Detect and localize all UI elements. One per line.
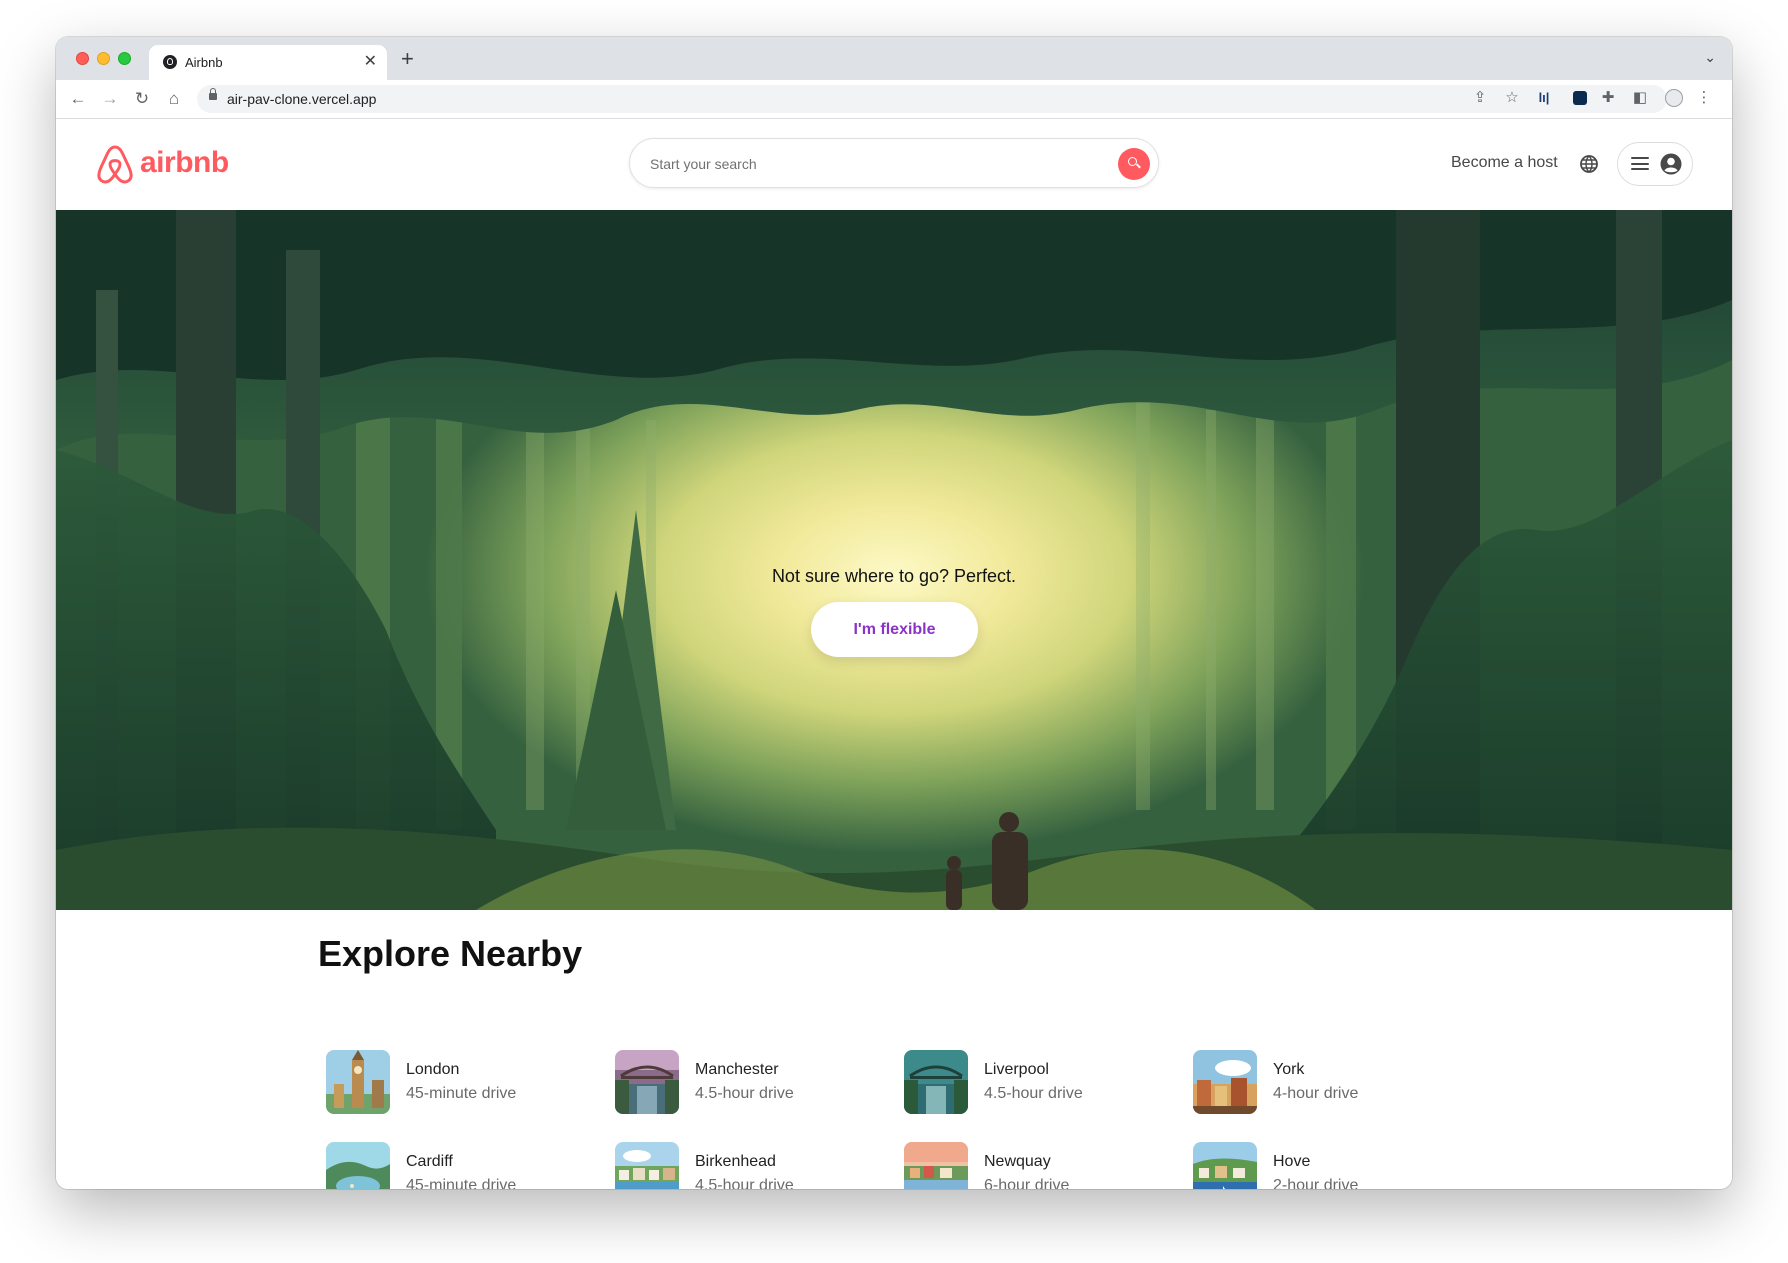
card-drive-time: 2-hour drive [1273, 1177, 1359, 1189]
card-drive-time: 4.5-hour drive [984, 1085, 1083, 1102]
tab-search-chevron-icon[interactable]: ⌄ [1704, 49, 1716, 66]
site-header: airbnb Become a host [56, 119, 1732, 210]
im-flexible-button[interactable]: I'm flexible [811, 602, 978, 657]
card-city-name: Birkenhead [695, 1153, 776, 1170]
extensions-puzzle-icon[interactable]: ✚ [1597, 87, 1619, 109]
card-drive-time: 4.5-hour drive [695, 1085, 794, 1102]
reload-icon[interactable]: ↻ [129, 86, 155, 112]
browser-tab-airbnb[interactable]: Airbnb ✕ [149, 45, 387, 80]
card-drive-time: 45-minute drive [406, 1177, 517, 1189]
card-city-name: York [1273, 1061, 1305, 1078]
bridge-thumbnail-icon [904, 1050, 968, 1114]
url-text[interactable]: air-pav-clone.vercel.app [227, 91, 376, 107]
harbour-thumbnail-icon [615, 1142, 679, 1189]
card-drive-time: 6-hour drive [984, 1177, 1070, 1189]
explore-card-newquay[interactable]: Newquay 6-hour drive [904, 1142, 1164, 1189]
explore-card-hove[interactable]: Hove 2-hour drive [1193, 1142, 1453, 1189]
home-icon[interactable]: ⌂ [161, 86, 187, 112]
card-city-name: Newquay [984, 1153, 1051, 1170]
explore-card-manchester[interactable]: Manchester 4.5-hour drive [615, 1050, 875, 1116]
more-menu-icon[interactable]: ⋮ [1693, 87, 1715, 109]
card-drive-time: 4-hour drive [1273, 1085, 1359, 1102]
user-menu-button[interactable] [1617, 142, 1693, 186]
new-tab-button[interactable]: + [401, 48, 414, 70]
lock-icon [209, 88, 217, 100]
browser-window: Airbnb ✕ + ⌄ ← → ↻ ⌂ air-pav-clone.verce… [56, 37, 1732, 1189]
bookmark-star-icon[interactable]: ☆ [1501, 87, 1523, 109]
user-avatar-icon [1660, 153, 1682, 175]
hero-tagline: Not sure where to go? Perfect. [771, 566, 1017, 586]
card-city-name: Cardiff [406, 1153, 453, 1170]
page-content: airbnb Become a host [56, 119, 1732, 1189]
coast-thumbnail-icon [904, 1142, 968, 1189]
explore-card-cardiff[interactable]: Cardiff 45-minute drive [326, 1142, 586, 1189]
hamburger-menu-icon [1631, 157, 1649, 170]
airbnb-belo-icon [97, 145, 133, 184]
zoom-window-button[interactable] [118, 52, 131, 65]
card-city-name: Manchester [695, 1061, 779, 1078]
logo-wordmark: airbnb [140, 146, 229, 179]
airbnb-favicon-icon [163, 55, 177, 69]
tab-close-icon[interactable]: ✕ [364, 52, 377, 72]
become-a-host-link[interactable]: Become a host [1451, 154, 1558, 172]
explore-card-york[interactable]: York 4-hour drive [1193, 1050, 1453, 1116]
search-input[interactable] [648, 139, 1092, 188]
card-drive-time: 45-minute drive [406, 1085, 517, 1102]
tab-title: Airbnb [185, 55, 223, 70]
tab-strip: Airbnb ✕ + ⌄ [56, 37, 1732, 80]
react-devtools-icon[interactable] [1573, 91, 1587, 105]
card-city-name: Hove [1273, 1153, 1311, 1170]
card-city-name: London [406, 1061, 460, 1078]
explore-nearby-heading: Explore Nearby [318, 933, 583, 974]
search-icon[interactable] [1118, 148, 1150, 180]
explore-card-birkenhead[interactable]: Birkenhead 4.5-hour drive [615, 1142, 875, 1189]
explore-card-liverpool[interactable]: Liverpool 4.5-hour drive [904, 1050, 1164, 1116]
lake-thumbnail-icon [326, 1142, 390, 1189]
address-bar[interactable]: air-pav-clone.vercel.app [197, 85, 1667, 113]
seaside-thumbnail-icon [1193, 1142, 1257, 1189]
close-window-button[interactable] [76, 52, 89, 65]
card-city-name: Liverpool [984, 1061, 1049, 1078]
browser-toolbar: ← → ↻ ⌂ air-pav-clone.vercel.app ⇪ ☆ lı|… [56, 80, 1732, 119]
big-ben-thumbnail-icon [326, 1050, 390, 1114]
globe-icon[interactable] [1579, 154, 1599, 174]
back-arrow-icon[interactable]: ← [65, 86, 91, 112]
side-panel-icon[interactable]: ◧ [1629, 87, 1651, 109]
town-thumbnail-icon [1193, 1050, 1257, 1114]
profile-avatar-icon[interactable] [1665, 89, 1683, 107]
card-drive-time: 4.5-hour drive [695, 1177, 794, 1189]
explore-card-london[interactable]: London 45-minute drive [326, 1050, 586, 1116]
forward-arrow-icon[interactable]: → [97, 86, 123, 112]
minimize-window-button[interactable] [97, 52, 110, 65]
forest-illustration [56, 210, 1732, 910]
bridge-thumbnail-icon [615, 1050, 679, 1114]
search-bar[interactable] [629, 138, 1159, 188]
share-icon[interactable]: ⇪ [1469, 87, 1491, 109]
extension-bars-icon[interactable]: lı| [1533, 87, 1555, 109]
hero-banner: Not sure where to go? Perfect. I'm flexi… [56, 210, 1732, 910]
